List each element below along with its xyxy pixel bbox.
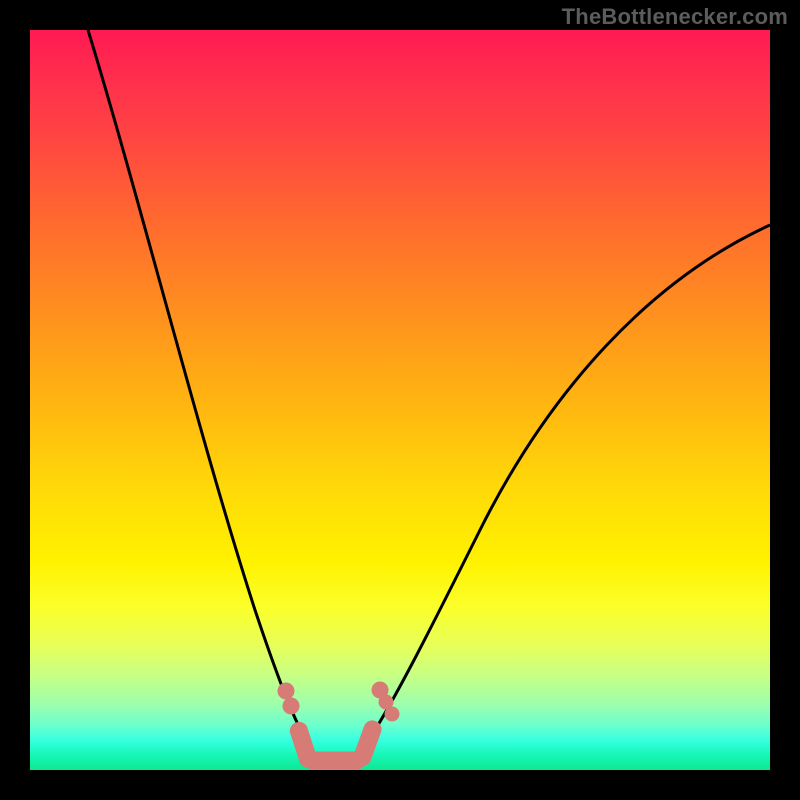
curve-overlay xyxy=(30,30,770,770)
curve-right xyxy=(362,225,770,750)
plot-area xyxy=(30,30,770,770)
watermark-text: TheBottlenecker.com xyxy=(562,4,788,30)
chart-frame: TheBottlenecker.com xyxy=(0,0,800,800)
curve-left xyxy=(88,30,312,750)
marker-cluster xyxy=(278,682,399,769)
